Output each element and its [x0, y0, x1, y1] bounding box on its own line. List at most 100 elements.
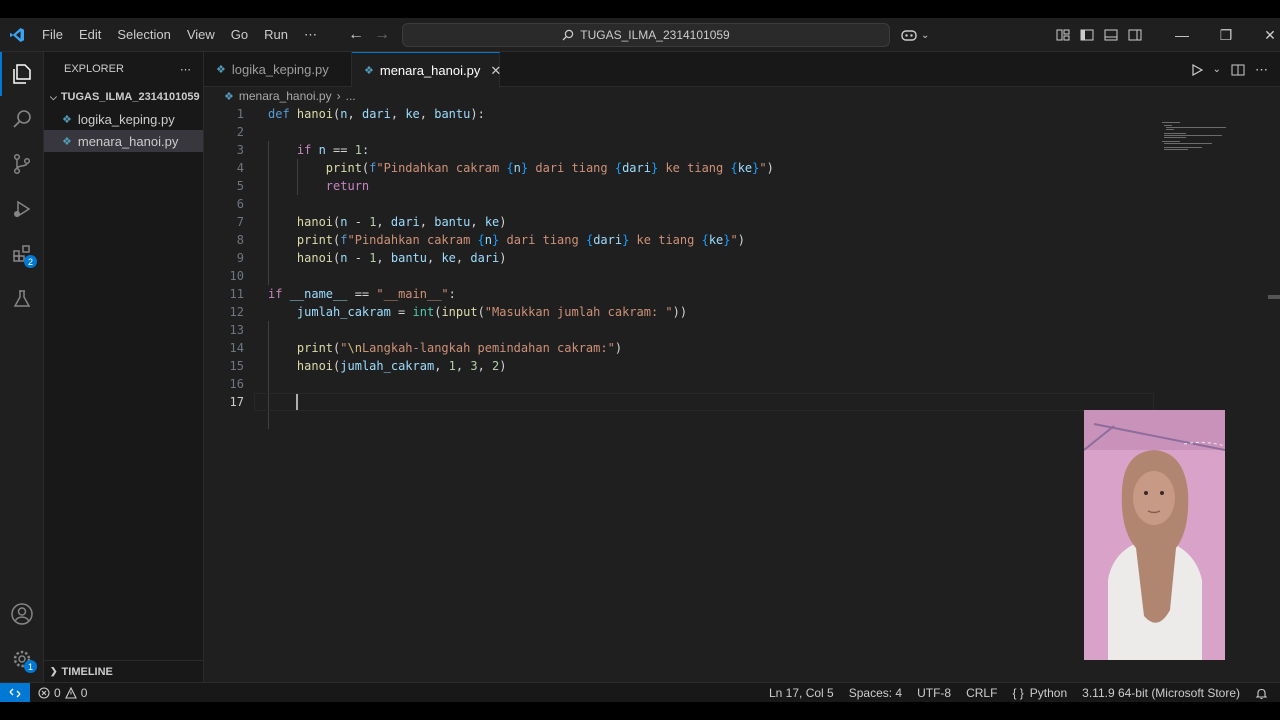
python-file-icon: ❖ — [62, 113, 72, 126]
tab-menara-hanoi[interactable]: ❖ menara_hanoi.py ✕ — [352, 52, 501, 88]
explorer-more-button[interactable]: ⋯ — [180, 63, 191, 76]
tab-logika-keping[interactable]: ❖ logika_keping.py — [204, 52, 352, 87]
run-python-icon[interactable] — [1191, 63, 1203, 76]
cursor-position[interactable]: Ln 17, Col 5 — [769, 686, 834, 700]
accounts-icon[interactable] — [0, 592, 44, 636]
toggle-panel-icon[interactable] — [1104, 28, 1118, 42]
menu-view[interactable]: View — [179, 18, 223, 52]
file-label: menara_hanoi.py — [77, 133, 179, 149]
code-line: 13 — [204, 321, 1264, 339]
explorer-title: EXPLORER — [64, 63, 124, 75]
line-number: 13 — [229, 323, 244, 337]
command-center-search[interactable]: TUGAS_ILMA_2314101059 — [402, 23, 890, 47]
error-count: 0 — [54, 685, 61, 700]
customize-layout-icon[interactable] — [1056, 28, 1070, 42]
problems-indicator[interactable]: 0 0 — [30, 686, 87, 700]
chevron-down-icon: ⌵ — [50, 91, 57, 102]
workspace-folder[interactable]: ⌵ TUGAS_ILMA_2314101059 — [44, 86, 203, 108]
code-line-current: 17 — [204, 393, 1264, 411]
tab-label: logika_keping.py — [231, 62, 329, 77]
editor-scrollbar[interactable] — [1268, 105, 1280, 682]
minimize-button[interactable]: — — [1160, 18, 1204, 52]
tab-label: menara_hanoi.py — [379, 63, 481, 78]
menu-file[interactable]: File — [34, 18, 71, 52]
line-number: 1 — [236, 107, 244, 121]
run-debug-icon[interactable] — [0, 187, 44, 231]
testing-flask-icon[interactable] — [0, 277, 44, 321]
close-window-button[interactable]: ✕ — [1248, 18, 1280, 52]
code-line: 9 hanoi(n - 1, bantu, ke, dari) — [204, 249, 1264, 267]
toggle-secondary-sidebar-icon[interactable] — [1128, 28, 1142, 42]
search-label: TUGAS_ILMA_2314101059 — [580, 28, 730, 42]
line-number: 12 — [229, 305, 244, 319]
braces-icon: { } — [1012, 686, 1024, 700]
notifications-bell-icon[interactable] — [1255, 687, 1268, 700]
close-tab-icon[interactable]: ✕ — [490, 63, 501, 79]
copilot-button[interactable]: ⌄ — [900, 18, 929, 52]
end-of-line[interactable]: CRLF — [966, 686, 997, 700]
current-line-highlight — [254, 393, 1154, 411]
file-item-logika-keping[interactable]: ❖ logika_keping.py — [44, 108, 203, 130]
code-text: hanoi(n - 1, bantu, ke, dari) — [296, 251, 507, 265]
code-text: if n == 1: — [296, 143, 370, 157]
menu-more[interactable]: ⋯ — [296, 18, 325, 52]
chevron-down-icon[interactable]: ⌄ — [1213, 64, 1221, 75]
menu-bar: File Edit Selection View Go Run ⋯ — [34, 18, 325, 52]
copilot-icon — [901, 30, 917, 41]
code-text: hanoi(n - 1, dari, bantu, ke) — [296, 215, 507, 229]
menu-run[interactable]: Run — [256, 18, 296, 52]
code-line: 7 hanoi(n - 1, dari, bantu, ke) — [204, 213, 1264, 231]
code-line: 15 hanoi(jumlah_cakram, 1, 3, 2) — [204, 357, 1264, 375]
split-editor-icon[interactable] — [1231, 63, 1245, 77]
extensions-badge: 2 — [24, 255, 37, 268]
python-file-icon: ❖ — [216, 64, 226, 76]
more-actions-icon[interactable]: ⋯ — [1255, 62, 1268, 78]
forward-arrow-icon[interactable]: → — [374, 26, 390, 44]
source-control-icon[interactable] — [0, 142, 44, 186]
line-number: 17 — [229, 395, 244, 409]
menu-go[interactable]: Go — [223, 18, 256, 52]
search-view-icon[interactable] — [0, 97, 44, 141]
scrollbar-thumb[interactable] — [1268, 295, 1280, 299]
language-label: Python — [1029, 686, 1068, 700]
vscode-logo-icon[interactable] — [0, 18, 34, 52]
minimap[interactable] — [1162, 122, 1232, 152]
toggle-primary-sidebar-icon[interactable] — [1080, 28, 1094, 42]
remote-indicator-icon[interactable] — [0, 682, 30, 702]
line-number: 10 — [229, 269, 244, 283]
line-number: 3 — [236, 143, 244, 157]
line-number: 14 — [229, 341, 244, 355]
code-line: 10 — [204, 267, 1264, 285]
extensions-icon[interactable]: 2 — [0, 232, 44, 276]
line-number: 5 — [236, 179, 244, 193]
code-line: 2 — [204, 123, 1264, 141]
code-line: 16 — [204, 375, 1264, 393]
explorer-icon[interactable] — [0, 52, 44, 96]
warning-count: 0 — [80, 685, 88, 700]
timeline-section[interactable]: ❯ TIMELINE — [44, 660, 203, 682]
menu-edit[interactable]: Edit — [71, 18, 109, 52]
folder-label: TUGAS_ILMA_2314101059 — [60, 91, 200, 103]
breadcrumb: ❖ menara_hanoi.py › ... — [204, 87, 1264, 105]
line-number: 8 — [236, 233, 244, 247]
vscode-window: File Edit Selection View Go Run ⋯ ← → TU… — [0, 18, 1280, 702]
python-interpreter[interactable]: 3.11.9 64-bit (Microsoft Store) — [1082, 686, 1240, 700]
line-number: 6 — [236, 197, 244, 211]
line-number: 11 — [229, 287, 244, 301]
code-line: 4 print(f"Pindahkan cakram {n} dari tian… — [204, 159, 1264, 177]
activity-bar: 2 1 — [0, 52, 44, 682]
menu-selection[interactable]: Selection — [109, 18, 178, 52]
manage-gear-icon[interactable]: 1 — [0, 637, 44, 681]
warning-icon — [64, 686, 77, 699]
code-line: 8 print(f"Pindahkan cakram {n} dari tian… — [204, 231, 1264, 249]
breadcrumb-symbols[interactable]: ... — [346, 89, 356, 103]
breadcrumb-file[interactable]: menara_hanoi.py — [239, 89, 332, 103]
code-line: 11 if __name__ == "__main__": — [204, 285, 1264, 303]
back-arrow-icon[interactable]: ← — [348, 26, 364, 44]
restore-button[interactable]: ❐ — [1204, 18, 1248, 52]
indentation[interactable]: Spaces: 4 — [849, 686, 902, 700]
file-item-menara-hanoi[interactable]: ❖ menara_hanoi.py — [44, 130, 203, 152]
encoding[interactable]: UTF-8 — [917, 686, 951, 700]
explorer-sidebar: EXPLORER ⋯ ⌵ TUGAS_ILMA_2314101059 ❖ log… — [44, 52, 204, 682]
language-mode[interactable]: { } Python — [1012, 686, 1067, 700]
